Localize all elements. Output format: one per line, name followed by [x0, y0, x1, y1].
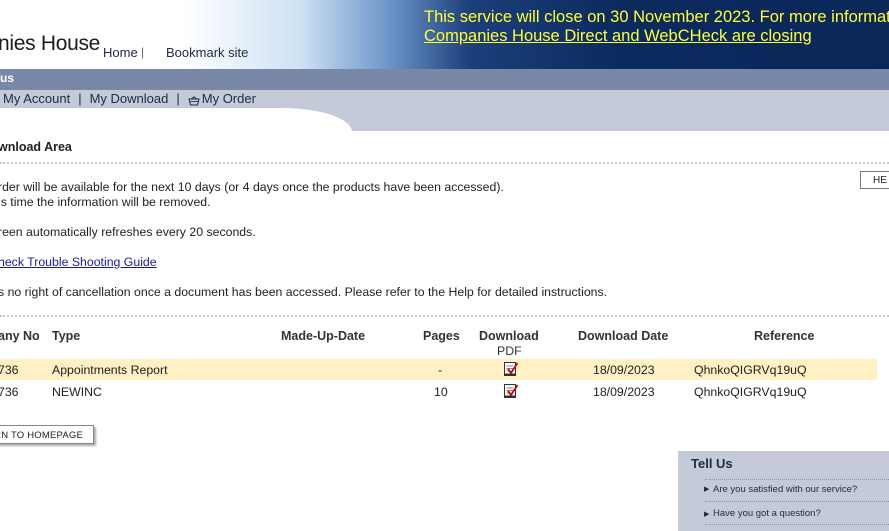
divider [0, 162, 889, 164]
pdf-icon[interactable] [503, 361, 519, 382]
closure-notice: This service will close on 30 November 2… [424, 8, 889, 26]
return-to-homepage-button[interactable]: RN TO HOMEPAGE [0, 425, 94, 444]
cell-pages: 10 [434, 385, 448, 399]
menu-bar-label[interactable]: us [0, 71, 14, 85]
tell-us-satisfied-link[interactable]: Are you satisfied with our service? [713, 484, 857, 495]
cell-reference: QhnkoQIGRVq19uQ [694, 385, 807, 399]
nav-home-link[interactable]: Home [103, 45, 138, 60]
cell-type: NEWINC [52, 385, 102, 399]
cell-download-date: 18/09/2023 [593, 363, 655, 377]
sub-nav-separator: | [176, 91, 180, 106]
content-tab-curve [0, 108, 352, 138]
col-header-download-format: PDF [497, 344, 522, 358]
divider [705, 479, 889, 480]
page-title: wnload Area [0, 140, 72, 154]
cancellation-text: s no right of cancellation once a docume… [0, 285, 608, 299]
cell-download-date: 18/09/2023 [593, 385, 655, 399]
cell-type: Appointments Report [52, 363, 168, 377]
sub-nav-my-order[interactable]: My Order [202, 91, 256, 106]
sub-nav-my-download[interactable]: My Download [90, 91, 169, 106]
cell-reference: QhnkoQIGRVq19uQ [694, 363, 807, 377]
nav-separator: | [141, 45, 145, 59]
col-header-type: Type [52, 329, 81, 343]
col-header-download-date: Download Date [578, 329, 669, 343]
sub-nav-separator: | [78, 91, 82, 106]
divider [705, 501, 889, 502]
cell-company-no: 736 [0, 385, 19, 399]
help-button[interactable]: HE [860, 171, 889, 189]
col-header-company-no: any No [0, 329, 40, 343]
tell-us-title: Tell Us [691, 456, 733, 471]
arrow-right-icon: ▶ [704, 486, 710, 493]
closure-notice-link[interactable]: Companies House Direct and WebCHeck are … [424, 27, 812, 46]
divider [705, 524, 889, 525]
col-header-pages: Pages [423, 329, 460, 343]
availability-text: rder will be available for the next 10 d… [0, 180, 504, 194]
divider [0, 315, 889, 317]
nav-bookmark-link[interactable]: Bookmark site [166, 45, 248, 60]
site-logo-text[interactable]: nies House [0, 32, 100, 56]
tell-us-question-link[interactable]: Have you got a question? [713, 508, 821, 519]
cell-pages: - [438, 363, 443, 377]
refresh-text: reen automatically refreshes every 20 se… [0, 225, 256, 239]
troubleshooting-guide-link[interactable]: heck Trouble Shooting Guide [0, 255, 157, 269]
col-header-made-up-date: Made-Up-Date [281, 329, 366, 343]
col-header-reference: Reference [754, 329, 815, 343]
menu-bar [0, 69, 889, 90]
sub-nav-my-account[interactable]: My Account [3, 91, 70, 106]
removal-text: is time the information will be removed. [0, 195, 211, 209]
col-header-download: Download [479, 329, 539, 343]
arrow-right-icon: ▶ [704, 511, 710, 518]
pdf-icon[interactable] [503, 383, 519, 404]
cell-company-no: 736 [0, 363, 19, 377]
sub-nav: My Account | My Download | My Order [3, 91, 256, 106]
basket-icon [188, 94, 200, 105]
